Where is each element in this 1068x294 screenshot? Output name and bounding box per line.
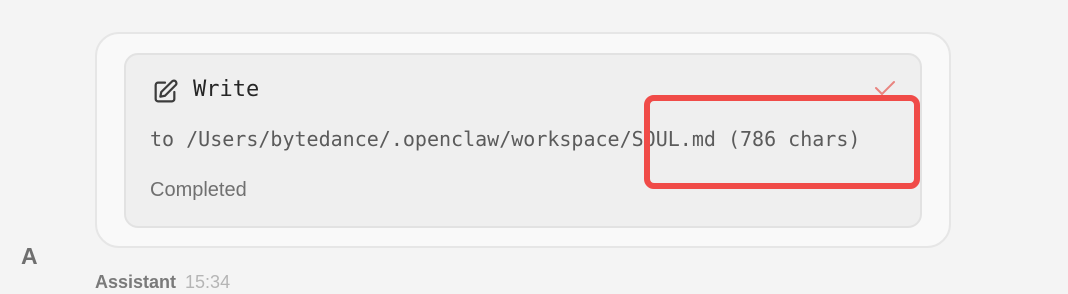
tool-status-text: Completed [150,179,247,201]
sender-name: Assistant [95,272,177,292]
check-icon [875,81,895,95]
message-meta: Assistant 15:34 [95,272,230,294]
assistant-avatar: A [21,243,38,269]
tool-name: Write [193,77,260,102]
edit-icon [154,79,178,103]
message-timestamp: 15:34 [185,272,231,292]
highlight-annotation-box [644,95,920,189]
